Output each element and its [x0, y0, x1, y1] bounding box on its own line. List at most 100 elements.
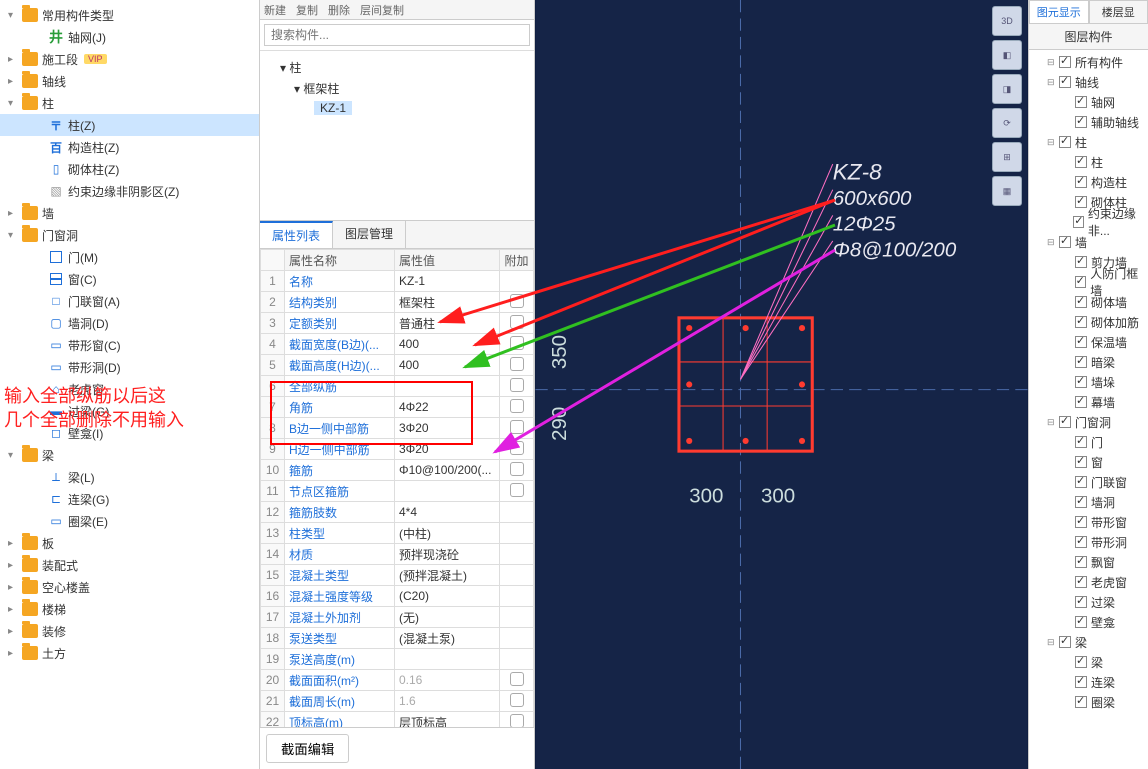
prop-row[interactable]: 12箍筋肢数4*4 — [261, 502, 534, 523]
prop-value[interactable]: KZ-1 — [395, 271, 500, 292]
tree-door-win-a[interactable]: □门联窗(A) — [0, 290, 259, 312]
prop-row[interactable]: 16混凝土强度等级(C20) — [261, 586, 534, 607]
prop-row[interactable]: 11节点区箍筋 — [261, 481, 534, 502]
prop-checkbox-cell[interactable] — [500, 460, 534, 481]
layer-item-dw_combo[interactable]: 门联窗 — [1029, 472, 1148, 492]
copy-button[interactable]: 复制 — [296, 2, 318, 18]
prop-value[interactable] — [395, 376, 500, 397]
tab-layer-manage[interactable]: 图层管理 — [333, 221, 406, 248]
prop-checkbox-cell[interactable] — [500, 649, 534, 670]
layer-item-wall_hole[interactable]: 墙洞 — [1029, 492, 1148, 512]
layer-checkbox[interactable] — [1075, 656, 1087, 668]
prop-row[interactable]: 9H边一侧中部筋3Φ20 — [261, 439, 534, 460]
layer-checkbox[interactable] — [1075, 116, 1087, 128]
mt-frame[interactable]: ▾ 框架柱 — [266, 78, 528, 99]
prop-checkbox-cell[interactable] — [500, 502, 534, 523]
layer-checkbox[interactable] — [1075, 316, 1087, 328]
prop-value[interactable] — [395, 481, 500, 502]
prop-row[interactable]: 14材质预拌现浇砼 — [261, 544, 534, 565]
layer-checkbox[interactable] — [1073, 216, 1084, 228]
layer-checkbox[interactable] — [1075, 456, 1087, 468]
viewport[interactable]: 300 300 350 290 KZ-8 600x600 12Φ25 Φ8@10… — [535, 0, 1028, 769]
tree-wall[interactable]: ▸墙 — [0, 202, 259, 224]
layer-item-constr_col[interactable]: 构造柱 — [1029, 172, 1148, 192]
layer-item-civil_frame[interactable]: 人防门框墙 — [1029, 272, 1148, 292]
layer-item-dormer[interactable]: 老虎窗 — [1029, 572, 1148, 592]
prop-row[interactable]: 18泵送类型(混凝土泵) — [261, 628, 534, 649]
prop-value[interactable]: 层顶标高 — [395, 712, 500, 728]
prop-checkbox-cell[interactable] — [500, 376, 534, 397]
mt-root[interactable]: ▾ 柱 — [266, 57, 528, 78]
prop-value[interactable]: 4Φ22 — [395, 397, 500, 418]
layer-checkbox[interactable] — [1075, 376, 1087, 388]
layer-checkbox[interactable] — [1075, 576, 1087, 588]
prop-value[interactable]: (C20) — [395, 586, 500, 607]
layer-item-beam[interactable]: ⊟梁 — [1029, 632, 1148, 652]
nav-reset[interactable]: ⟳ — [992, 108, 1022, 138]
nav-extra1[interactable]: ⊞ — [992, 142, 1022, 172]
prop-value[interactable]: 3Φ20 — [395, 418, 500, 439]
tree-constr-col-z[interactable]: 百构造柱(Z) — [0, 136, 259, 158]
prop-checkbox-cell[interactable] — [500, 355, 534, 376]
layer-item-axis[interactable]: ⊟轴线 — [1029, 72, 1148, 92]
prop-row[interactable]: 13柱类型(中柱) — [261, 523, 534, 544]
layer-item-bay_win[interactable]: 飘窗 — [1029, 552, 1148, 572]
tab-floor-display[interactable]: 楼层显 — [1089, 0, 1148, 24]
layer-copy-button[interactable]: 层间复制 — [360, 2, 404, 18]
layer-checkbox[interactable] — [1075, 696, 1087, 708]
layer-item-strip_hole[interactable]: 带形洞 — [1029, 532, 1148, 552]
layer-item-all[interactable]: ⊟所有构件 — [1029, 52, 1148, 72]
prop-checkbox-cell[interactable] — [500, 670, 534, 691]
layer-item-insul[interactable]: 保温墙 — [1029, 332, 1148, 352]
prop-value[interactable]: 4*4 — [395, 502, 500, 523]
prop-checkbox-cell[interactable] — [500, 334, 534, 355]
prop-checkbox-cell[interactable] — [500, 481, 534, 502]
prop-row[interactable]: 2结构类别框架柱 — [261, 292, 534, 313]
prop-row[interactable]: 21截面周长(m)1.6 — [261, 691, 534, 712]
layer-item-wall_stack[interactable]: 墙垛 — [1029, 372, 1148, 392]
prop-checkbox-cell[interactable] — [500, 439, 534, 460]
prop-checkbox-cell[interactable] — [500, 691, 534, 712]
prop-row[interactable]: 15混凝土类型(预拌混凝土) — [261, 565, 534, 586]
layer-checkbox[interactable] — [1059, 236, 1071, 248]
layer-checkbox[interactable] — [1075, 296, 1087, 308]
tree-masonry-col-z[interactable]: ▯砌体柱(Z) — [0, 158, 259, 180]
nav-cube-face[interactable]: ◧ — [992, 40, 1022, 70]
prop-row[interactable]: 19泵送高度(m) — [261, 649, 534, 670]
layer-item-column[interactable]: ⊟柱 — [1029, 132, 1148, 152]
tree-wall-hole-d[interactable]: ▢墙洞(D) — [0, 312, 259, 334]
layer-checkbox[interactable] — [1075, 496, 1087, 508]
layer-checkbox[interactable] — [1075, 536, 1087, 548]
section-edit-button[interactable]: 截面编辑 — [266, 734, 349, 763]
prop-row[interactable]: 10箍筋Φ10@100/200(... — [261, 460, 534, 481]
mt-kz1[interactable]: KZ-1 — [266, 99, 528, 117]
prop-row[interactable]: 1名称KZ-1 — [261, 271, 534, 292]
prop-value[interactable]: 普通柱 — [395, 313, 500, 334]
tree-column[interactable]: ▾柱 — [0, 92, 259, 114]
layer-checkbox[interactable] — [1059, 56, 1071, 68]
layer-checkbox[interactable] — [1075, 156, 1087, 168]
prop-checkbox-cell[interactable] — [500, 271, 534, 292]
layer-checkbox[interactable] — [1075, 96, 1087, 108]
prop-value[interactable]: (无) — [395, 607, 500, 628]
prop-value[interactable]: (混凝土泵) — [395, 628, 500, 649]
layer-checkbox[interactable] — [1059, 416, 1071, 428]
tree-strip-win-c[interactable]: ▭带形窗(C) — [0, 334, 259, 356]
tree-ring-beam-e[interactable]: ▭圈梁(E) — [0, 510, 259, 532]
layer-checkbox[interactable] — [1059, 136, 1071, 148]
tree-axis[interactable]: ▸轴线 — [0, 70, 259, 92]
layer-checkbox[interactable] — [1059, 636, 1071, 648]
prop-value[interactable]: Φ10@100/200(... — [395, 460, 500, 481]
prop-checkbox-cell[interactable] — [500, 628, 534, 649]
tree-door-window[interactable]: ▾门窗洞 — [0, 224, 259, 246]
tree-confine-zone-z[interactable]: ▧约束边缘非阴影区(Z) — [0, 180, 259, 202]
nav-3d[interactable]: 3D — [992, 6, 1022, 36]
tree-slab[interactable]: ▸板 — [0, 532, 259, 554]
layer-checkbox[interactable] — [1075, 676, 1087, 688]
search-input[interactable] — [264, 24, 530, 46]
layer-checkbox[interactable] — [1075, 556, 1087, 568]
prop-row[interactable]: 5截面高度(H边)(...400 — [261, 355, 534, 376]
tree-construction-section[interactable]: ▸施工段VIP — [0, 48, 259, 70]
tab-element-display[interactable]: 图元显示 — [1029, 0, 1089, 24]
layer-checkbox[interactable] — [1075, 196, 1087, 208]
